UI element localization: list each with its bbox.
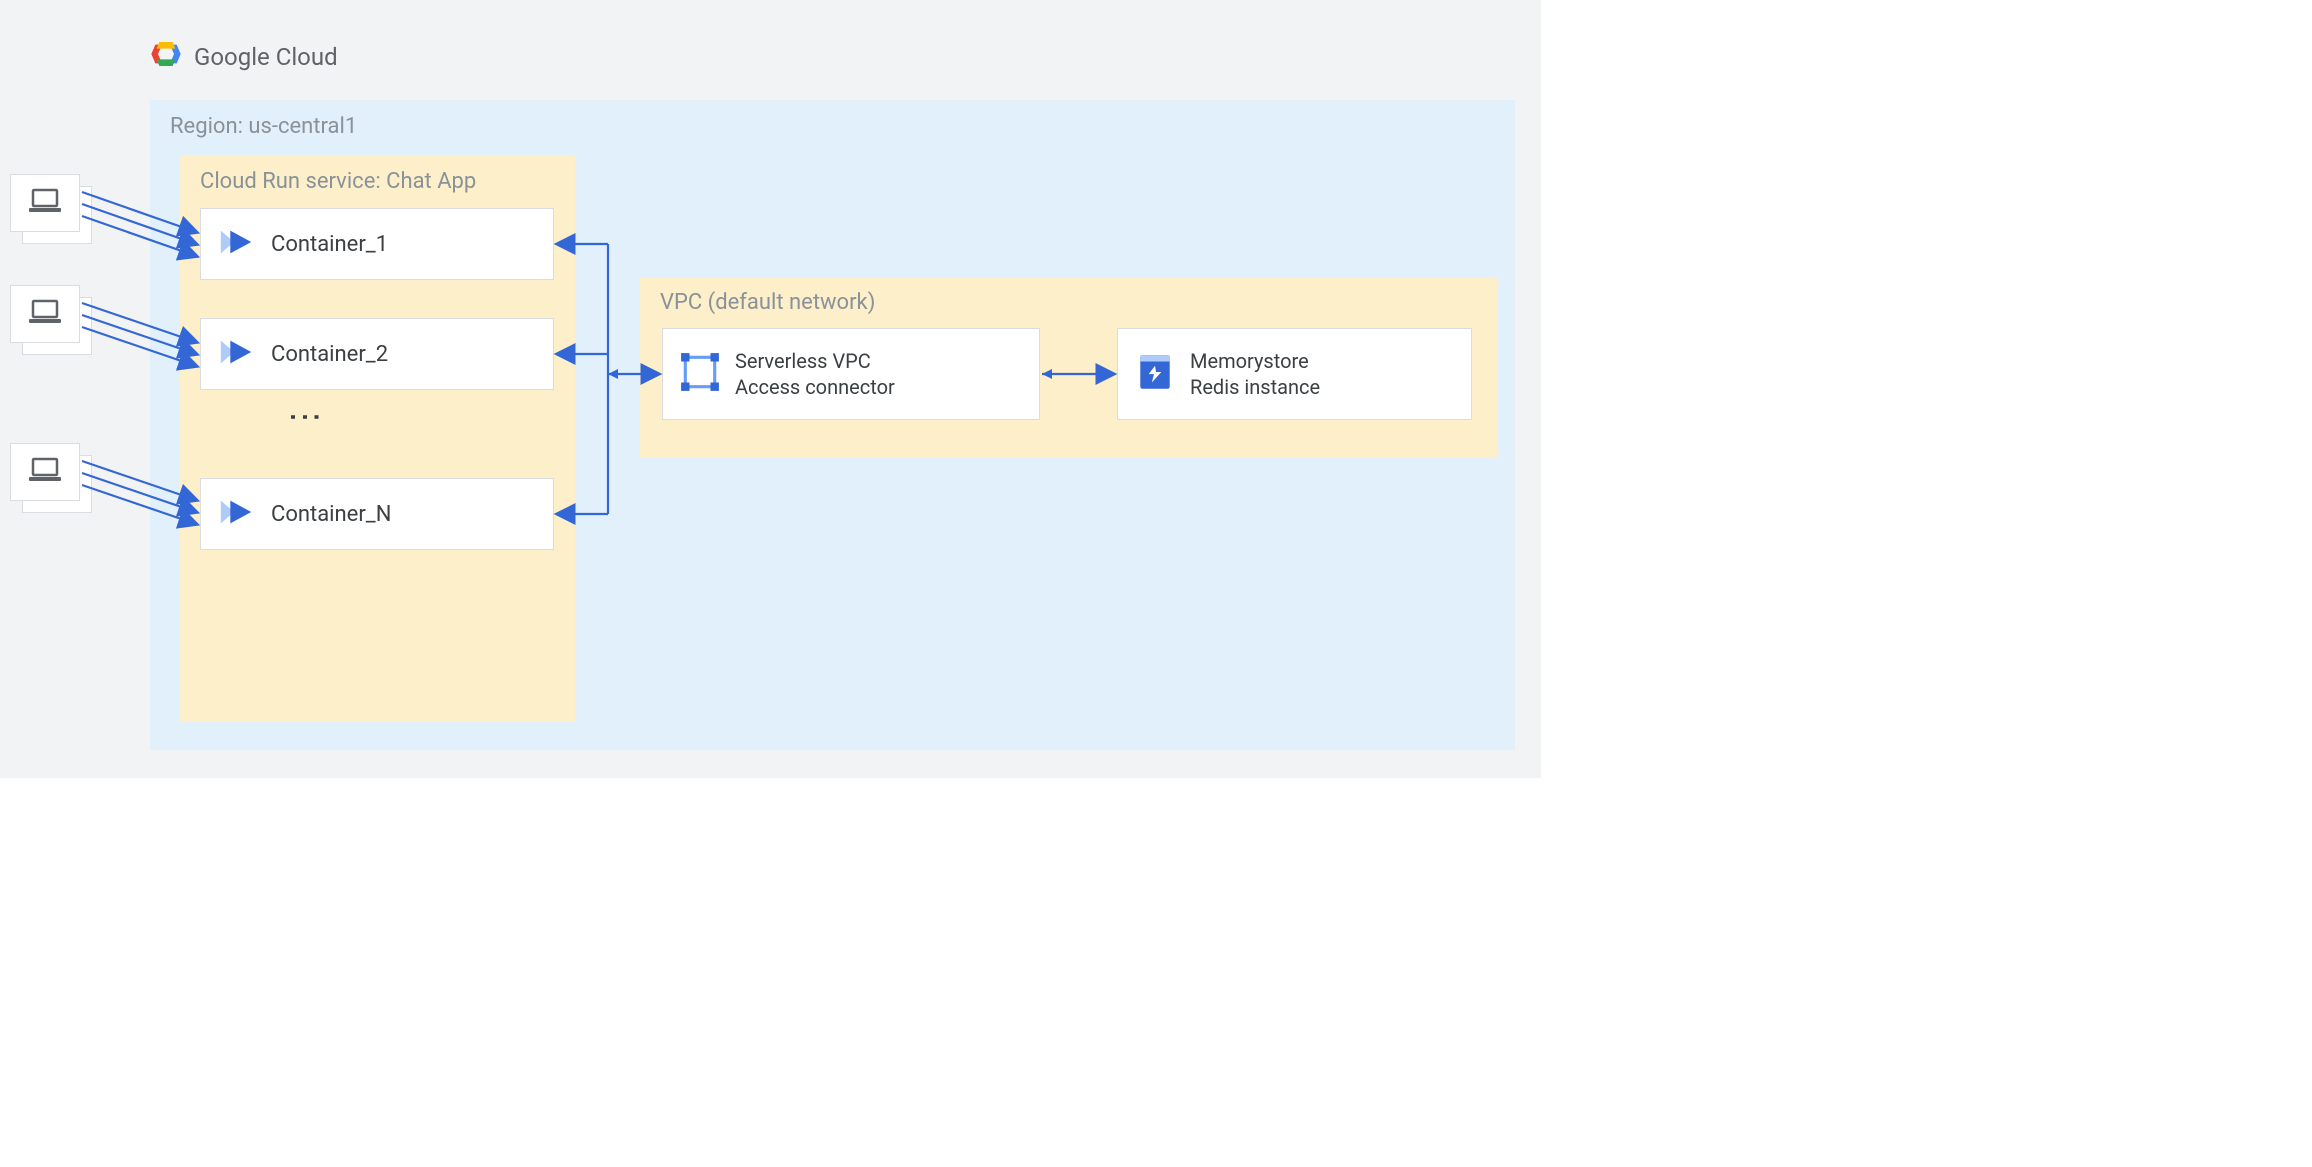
ellipsis: ⋮	[288, 400, 322, 434]
vpc-connector-line2: Access connector	[735, 374, 895, 400]
memorystore-icon	[1134, 351, 1176, 397]
laptop-icon	[27, 187, 63, 219]
memorystore-redis: Memorystore Redis instance	[1117, 328, 1472, 420]
vpc-icon	[679, 351, 721, 397]
cloud-title: Google Cloud	[194, 43, 338, 71]
cloud-run-icon	[217, 493, 255, 535]
redis-line1: Memorystore	[1190, 348, 1320, 374]
cloud-run-icon	[217, 333, 255, 375]
container-1-label: Container_1	[271, 232, 388, 257]
region-label: Region: us-central1	[170, 114, 357, 139]
vpc-connector: Serverless VPC Access connector	[662, 328, 1040, 420]
redis-text: Memorystore Redis instance	[1190, 348, 1320, 400]
laptop-icon	[27, 456, 63, 488]
diagram-canvas: Google Cloud Region: us-central1 Cloud R…	[0, 0, 1541, 778]
container-1: Container_1	[200, 208, 554, 280]
vpc-label: VPC (default network)	[660, 290, 875, 315]
laptop-card-front	[10, 443, 80, 501]
vpc-connector-text: Serverless VPC Access connector	[735, 348, 895, 400]
cloud-run-icon	[217, 223, 255, 265]
laptop-icon	[27, 298, 63, 330]
cloud-run-label: Cloud Run service: Chat App	[200, 169, 476, 194]
cloud-header: Google Cloud	[150, 40, 338, 74]
container-2-label: Container_2	[271, 342, 388, 367]
vpc-connector-line1: Serverless VPC	[735, 348, 895, 374]
container-2: Container_2	[200, 318, 554, 390]
laptop-card-front	[10, 285, 80, 343]
google-cloud-icon	[150, 40, 182, 74]
container-n-label: Container_N	[271, 502, 391, 527]
laptop-card-front	[10, 174, 80, 232]
redis-line2: Redis instance	[1190, 374, 1320, 400]
container-n: Container_N	[200, 478, 554, 550]
